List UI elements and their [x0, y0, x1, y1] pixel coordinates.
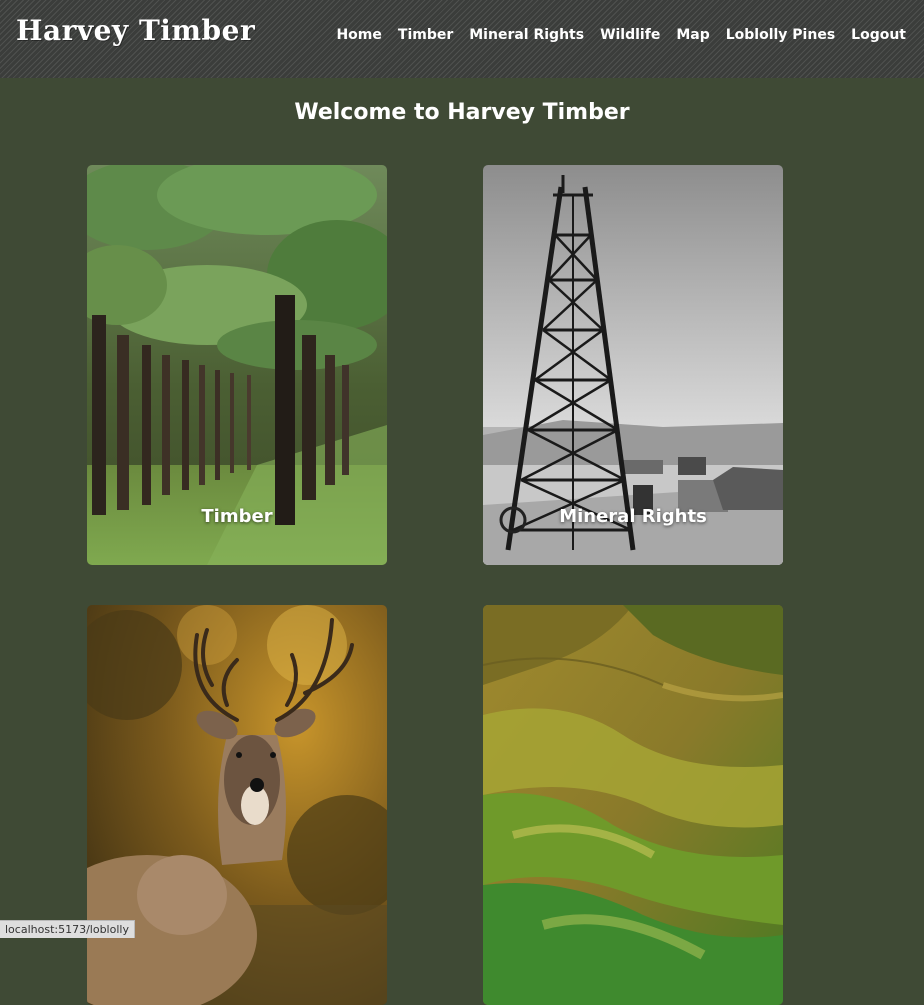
mineral-rights-card[interactable]: Mineral Rights [483, 165, 783, 565]
aerial-terrain-map [483, 605, 783, 1005]
site-logo[interactable]: Harvey Timber [16, 14, 255, 47]
oil-derrick-photo [483, 165, 783, 565]
nav-wildlife[interactable]: Wildlife [600, 27, 660, 43]
pine-forest-photo [87, 165, 387, 565]
nav-timber[interactable]: Timber [398, 27, 453, 43]
nav-logout[interactable]: Logout [851, 27, 906, 43]
map-card[interactable] [483, 605, 783, 1005]
timber-card[interactable]: Timber [87, 165, 387, 565]
status-bar-url: localhost:5173/loblolly [0, 920, 135, 938]
page-title: Welcome to Harvey Timber [294, 100, 630, 125]
nav-map[interactable]: Map [676, 27, 709, 43]
main-nav: Home Timber Mineral Rights Wildlife Map … [336, 27, 906, 43]
nav-mineral-rights[interactable]: Mineral Rights [469, 27, 584, 43]
site-header: Harvey Timber Home Timber Mineral Rights… [0, 0, 924, 78]
wildlife-card[interactable] [87, 605, 387, 1005]
whitetail-deer-photo [87, 605, 387, 1005]
nav-home[interactable]: Home [336, 27, 381, 43]
timber-label: Timber [201, 506, 273, 527]
mineral-rights-label: Mineral Rights [559, 506, 707, 527]
nav-loblolly-pines[interactable]: Loblolly Pines [726, 27, 835, 43]
